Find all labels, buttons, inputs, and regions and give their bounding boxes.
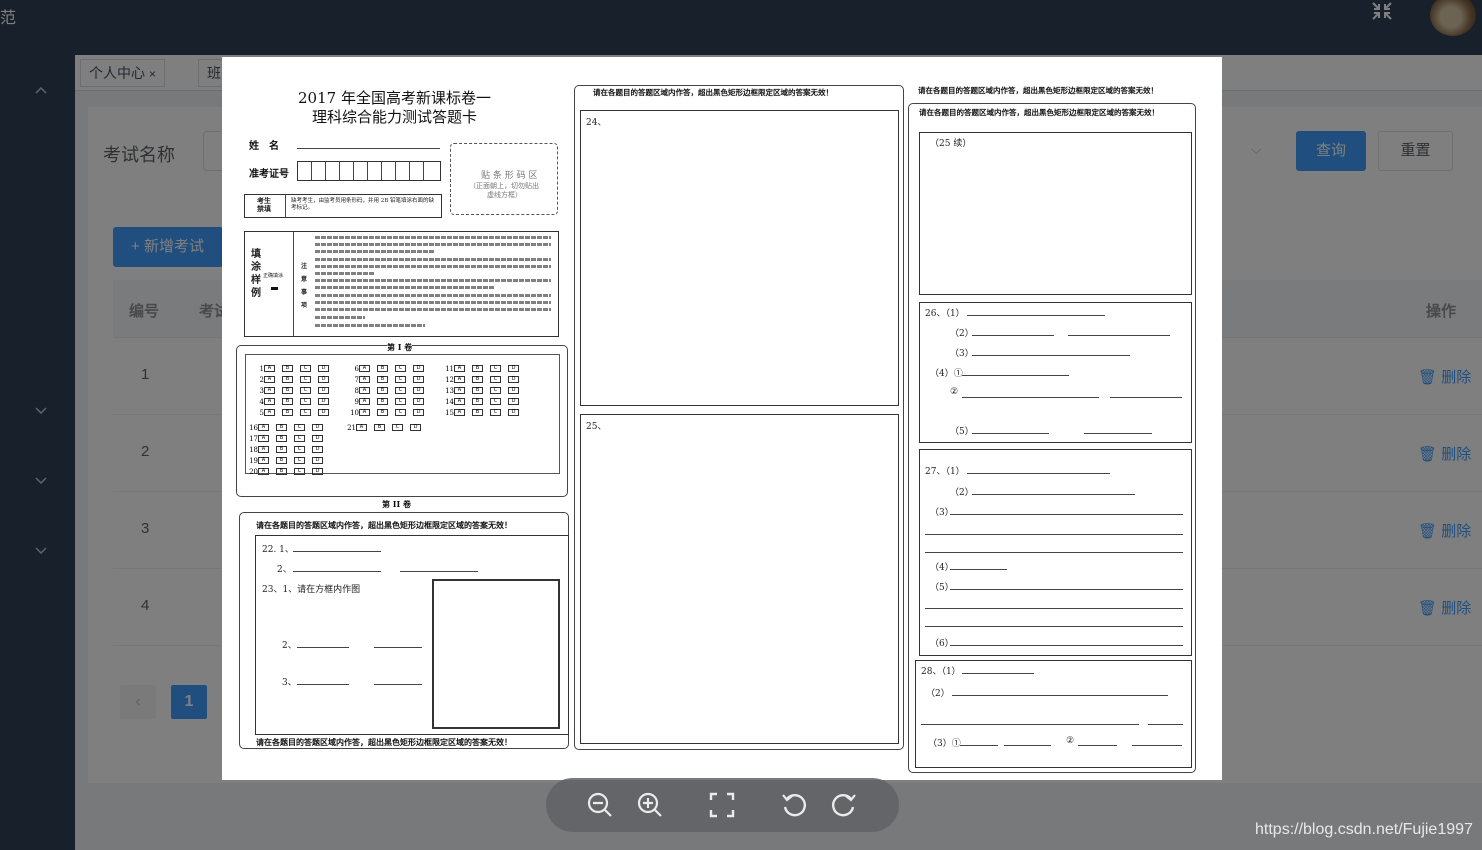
name-line xyxy=(297,148,440,149)
mc-question-row: 4ABCD xyxy=(252,393,336,406)
q25-label: 25、 xyxy=(586,422,607,432)
q28-3-label: （3）① xyxy=(928,739,961,749)
image-viewer-toolbar xyxy=(546,778,899,832)
q28-label: 28、（1） xyxy=(921,667,961,677)
mc-question-number: 10 xyxy=(350,408,359,417)
mc-option-bubble: C xyxy=(395,409,406,417)
q22-2-label: 2、 xyxy=(277,565,292,575)
rotate-right-icon[interactable] xyxy=(830,791,858,819)
mc-question-row: 7ABCD xyxy=(347,371,431,384)
q23-drawing-box xyxy=(432,579,560,729)
mc-option-bubble: B xyxy=(276,468,287,476)
q26-4-label: （4）① xyxy=(930,369,963,379)
q24-25-section: 请在各题目的答题区域内作答，超出黑色矩形边框限定区域的答案无效！ xyxy=(574,85,904,750)
q26-4b-label: ② xyxy=(950,387,959,397)
mc-option-bubble: D xyxy=(413,409,424,417)
name-label: 姓 名 xyxy=(249,141,279,152)
mc-question-number: 21 xyxy=(347,423,356,432)
zoom-in-icon[interactable] xyxy=(636,791,664,819)
warning-top: 请在各题目的答题区域内作答，超出黑色矩形边框限定区域的答案无效！ xyxy=(918,86,1158,95)
sheet-title-line2: 理科综合能力测试答题卡 xyxy=(311,108,477,126)
mc-question-row: 17 A B C D xyxy=(246,430,330,443)
fill-instructions: 填 涂 样 例 正确填涂 注 意 事 项 xyxy=(244,231,559,337)
mc-option-bubble: B xyxy=(282,409,293,417)
q28-2-label: （2） xyxy=(926,689,950,699)
watermark: https://blog.csdn.net/Fujie1997 xyxy=(1255,821,1473,838)
q23-label: 23、1、请在方框内作图 xyxy=(262,585,361,595)
mc-option-bubble: A xyxy=(356,424,367,432)
mc-option-bubble: A xyxy=(454,409,465,417)
mc-option-bubble: C xyxy=(392,424,403,432)
q22-label: 22. 1、 xyxy=(262,545,294,555)
fit-screen-icon[interactable] xyxy=(708,791,736,819)
q26-2-label: （2） xyxy=(950,329,974,339)
q26-5-label: （5） xyxy=(950,427,974,437)
mc-question-row: 20 A B C D xyxy=(246,463,330,476)
mc-question-row: 8ABCD xyxy=(347,382,431,395)
exam-no-label: 准考证号 xyxy=(249,169,289,180)
q27-label: 27、（1） xyxy=(925,467,965,477)
candidate-box: 考生 禁填 缺考考生，由监考员用条形码，并用 2B 铅笔填涂右面的缺考标记。 xyxy=(244,194,442,218)
mc-question-row: 19 A B C D xyxy=(246,452,330,465)
q27-5-label: （5） xyxy=(930,583,954,593)
mc-question-row: 12 A B C D xyxy=(442,371,526,384)
q23-3-label: 3、 xyxy=(282,678,297,688)
q23-2-label: 2、 xyxy=(282,641,297,651)
mc-question-row: 13 A B C D xyxy=(442,382,526,395)
mc-option-bubble: A xyxy=(359,409,370,417)
mc-question-row: 14 A B C D xyxy=(442,393,526,406)
barcode-area: 贴 条 形 码 区 （正面朝上，切勿贴出 虚线方框） xyxy=(450,143,558,215)
q25-cont-label: （25 续） xyxy=(930,139,972,149)
answer-sheet-image: 2017 年全国高考新课标卷一 理科综合能力测试答题卡 姓 名 准考证号 贴 条… xyxy=(222,57,1222,780)
mc-question-row: 16 A B C D xyxy=(246,419,330,432)
mc-question-row: 3ABCD xyxy=(252,382,336,395)
q27-4-label: （4） xyxy=(930,563,954,573)
mc-option-bubble: A xyxy=(264,409,275,417)
mc-question-row: 18 A B C D xyxy=(246,441,330,454)
q27-3-label: （3） xyxy=(930,508,954,518)
mc-question-row: 5ABCD xyxy=(252,404,336,417)
mc-option-bubble: D xyxy=(312,468,323,476)
q26-3-label: （3） xyxy=(950,349,974,359)
mc-question-number: 5 xyxy=(259,408,264,417)
mc-option-bubble: C xyxy=(294,468,305,476)
mc-option-bubble: B xyxy=(472,409,483,417)
mc-option-bubble: D xyxy=(318,409,329,417)
mc-question-row: 6ABCD xyxy=(347,360,431,373)
mc-question-row: 11 A B C D xyxy=(442,360,526,373)
mc-question-row: 21 A B C D xyxy=(344,419,428,432)
mc-question-row: 9ABCD xyxy=(347,393,431,406)
q24-label: 24、 xyxy=(586,118,607,128)
q27-2-label: （2） xyxy=(950,488,974,498)
mc-question-number: 20 xyxy=(249,467,258,476)
sheet-title-line1: 2017 年全国高考新课标卷一 xyxy=(298,89,491,107)
q28-3b-label: ② xyxy=(1066,736,1075,746)
mc-option-bubble: C xyxy=(490,409,501,417)
rotate-left-icon[interactable] xyxy=(780,791,808,819)
part2-label: 第 II 卷 xyxy=(382,499,412,509)
q27-6-label: （6） xyxy=(930,639,954,649)
mc-option-bubble: B xyxy=(374,424,385,432)
mc-question-row: 2ABCD xyxy=(252,371,336,384)
mc-option-bubble: D xyxy=(508,409,519,417)
mc-option-bubble: A xyxy=(258,468,269,476)
mc-option-bubble: D xyxy=(410,424,421,432)
mc-option-bubble: B xyxy=(377,409,388,417)
q26-label: 26、（1） xyxy=(925,309,965,319)
zoom-out-icon[interactable] xyxy=(586,791,614,819)
exam-no-grid xyxy=(297,161,441,181)
mc-question-row: 15 A B C D xyxy=(442,404,526,417)
mc-question-row: 10 A B C D xyxy=(347,404,431,417)
mc-question-row: 1ABCD xyxy=(252,360,336,373)
mc-question-number: 15 xyxy=(445,408,454,417)
mc-option-bubble: C xyxy=(300,409,311,417)
